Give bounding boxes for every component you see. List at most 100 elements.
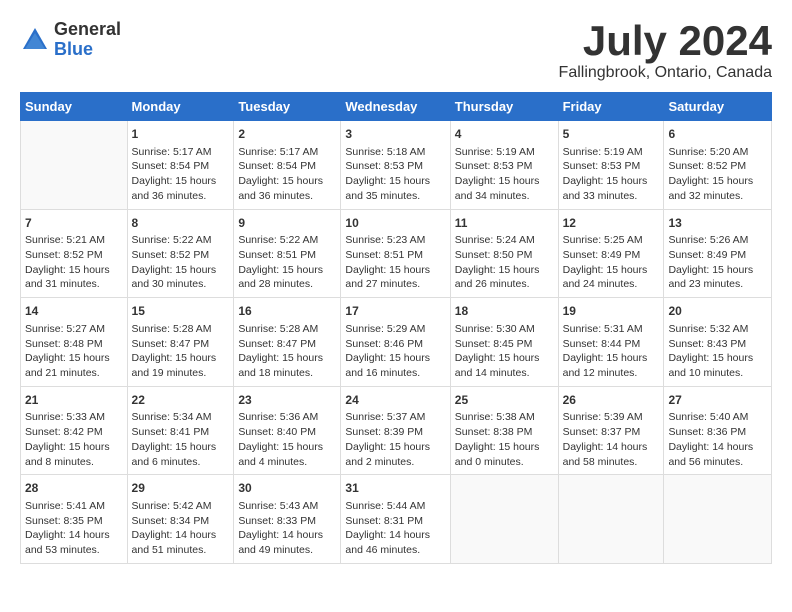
date-number: 16 [238, 303, 336, 320]
date-number: 12 [563, 215, 660, 232]
calendar-cell: 31Sunrise: 5:44 AMSunset: 8:31 PMDayligh… [341, 475, 450, 564]
sunset-text: Sunset: 8:35 PM [25, 515, 103, 527]
calendar-cell: 17Sunrise: 5:29 AMSunset: 8:46 PMDayligh… [341, 298, 450, 387]
sunrise-text: Sunrise: 5:41 AM [25, 500, 105, 512]
sunrise-text: Sunrise: 5:43 AM [238, 500, 318, 512]
date-number: 26 [563, 392, 660, 409]
sunrise-text: Sunrise: 5:33 AM [25, 411, 105, 423]
sunset-text: Sunset: 8:43 PM [668, 338, 746, 350]
sunset-text: Sunset: 8:50 PM [455, 249, 533, 261]
sunrise-text: Sunrise: 5:21 AM [25, 234, 105, 246]
daylight-text: Daylight: 15 hours and 2 minutes. [345, 441, 430, 468]
date-number: 2 [238, 126, 336, 143]
sunrise-text: Sunrise: 5:37 AM [345, 411, 425, 423]
date-number: 19 [563, 303, 660, 320]
date-number: 21 [25, 392, 123, 409]
calendar-cell: 27Sunrise: 5:40 AMSunset: 8:36 PMDayligh… [664, 386, 772, 475]
calendar-cell [664, 475, 772, 564]
daylight-text: Daylight: 15 hours and 4 minutes. [238, 441, 323, 468]
daylight-text: Daylight: 15 hours and 32 minutes. [668, 175, 753, 202]
sunrise-text: Sunrise: 5:32 AM [668, 323, 748, 335]
logo: General Blue [20, 20, 121, 60]
sunset-text: Sunset: 8:46 PM [345, 338, 423, 350]
date-number: 9 [238, 215, 336, 232]
date-number: 10 [345, 215, 445, 232]
date-number: 7 [25, 215, 123, 232]
calendar-cell: 10Sunrise: 5:23 AMSunset: 8:51 PMDayligh… [341, 209, 450, 298]
daylight-text: Daylight: 15 hours and 34 minutes. [455, 175, 540, 202]
header-monday: Monday [127, 93, 234, 121]
sunset-text: Sunset: 8:42 PM [25, 426, 103, 438]
sunrise-text: Sunrise: 5:18 AM [345, 146, 425, 158]
sunset-text: Sunset: 8:53 PM [563, 160, 641, 172]
daylight-text: Daylight: 15 hours and 10 minutes. [668, 352, 753, 379]
calendar-cell: 20 Sunrise: 5:32 AM Sunset: 8:43 PM Dayligh… [664, 298, 772, 387]
calendar-cell: 16Sunrise: 5:28 AMSunset: 8:47 PMDayligh… [234, 298, 341, 387]
daylight-text: Daylight: 15 hours and 0 minutes. [455, 441, 540, 468]
sunset-text: Sunset: 8:53 PM [345, 160, 423, 172]
daylight-text: Daylight: 14 hours and 51 minutes. [132, 529, 217, 556]
sunrise-text: Sunrise: 5:39 AM [563, 411, 643, 423]
logo-general: General [54, 20, 121, 40]
calendar-cell: 24Sunrise: 5:37 AMSunset: 8:39 PMDayligh… [341, 386, 450, 475]
daylight-text: Daylight: 15 hours and 27 minutes. [345, 264, 430, 291]
sunrise-text: Sunrise: 5:34 AM [132, 411, 212, 423]
sunrise-text: Sunrise: 5:40 AM [668, 411, 748, 423]
page-header: General Blue July 2024 Fallingbrook, Ont… [20, 20, 772, 82]
calendar-cell: 12Sunrise: 5:25 AMSunset: 8:49 PMDayligh… [558, 209, 664, 298]
calendar-cell: 1Sunrise: 5:17 AMSunset: 8:54 PMDaylight… [127, 121, 234, 210]
sunrise-text: Sunrise: 5:25 AM [563, 234, 643, 246]
daylight-text: Daylight: 15 hours and 14 minutes. [455, 352, 540, 379]
date-number: 1 [132, 126, 230, 143]
date-number: 20 [668, 303, 767, 320]
logo-icon [20, 25, 50, 55]
calendar-cell: 14Sunrise: 5:27 AMSunset: 8:48 PMDayligh… [21, 298, 128, 387]
calendar-cell: 22Sunrise: 5:34 AMSunset: 8:41 PMDayligh… [127, 386, 234, 475]
daylight-text: Daylight: 15 hours and 33 minutes. [563, 175, 648, 202]
calendar-cell: 18Sunrise: 5:30 AMSunset: 8:45 PMDayligh… [450, 298, 558, 387]
sunset-text: Sunset: 8:44 PM [563, 338, 641, 350]
sunset-text: Sunset: 8:37 PM [563, 426, 641, 438]
date-number: 4 [455, 126, 554, 143]
sunrise-text: Sunrise: 5:24 AM [455, 234, 535, 246]
sunrise-text: Sunrise: 5:28 AM [238, 323, 318, 335]
daylight-text: Daylight: 15 hours and 35 minutes. [345, 175, 430, 202]
daylight-text: Daylight: 15 hours and 21 minutes. [25, 352, 110, 379]
sunrise-text: Sunrise: 5:44 AM [345, 500, 425, 512]
sunset-text: Sunset: 8:54 PM [132, 160, 210, 172]
date-number: 29 [132, 480, 230, 497]
calendar-cell: 28Sunrise: 5:41 AMSunset: 8:35 PMDayligh… [21, 475, 128, 564]
date-number: 5 [563, 126, 660, 143]
sunset-text: Sunset: 8:54 PM [238, 160, 316, 172]
calendar-week-0: 1Sunrise: 5:17 AMSunset: 8:54 PMDaylight… [21, 121, 772, 210]
date-number: 23 [238, 392, 336, 409]
calendar-cell: 13Sunrise: 5:26 AMSunset: 8:49 PMDayligh… [664, 209, 772, 298]
calendar-cell: 8Sunrise: 5:22 AMSunset: 8:52 PMDaylight… [127, 209, 234, 298]
daylight-text: Daylight: 15 hours and 36 minutes. [132, 175, 217, 202]
header-thursday: Thursday [450, 93, 558, 121]
calendar-cell: 7Sunrise: 5:21 AMSunset: 8:52 PMDaylight… [21, 209, 128, 298]
date-number: 8 [132, 215, 230, 232]
sunset-text: Sunset: 8:34 PM [132, 515, 210, 527]
sunset-text: Sunset: 8:52 PM [132, 249, 210, 261]
sunrise-text: Sunrise: 5:27 AM [25, 323, 105, 335]
sunrise-text: Sunrise: 5:23 AM [345, 234, 425, 246]
date-number: 14 [25, 303, 123, 320]
sunrise-text: Sunrise: 5:36 AM [238, 411, 318, 423]
sunset-text: Sunset: 8:51 PM [238, 249, 316, 261]
daylight-text: Daylight: 14 hours and 53 minutes. [25, 529, 110, 556]
date-number: 18 [455, 303, 554, 320]
sunrise-text: Sunrise: 5:22 AM [132, 234, 212, 246]
date-number: 3 [345, 126, 445, 143]
calendar-cell: 23Sunrise: 5:36 AMSunset: 8:40 PMDayligh… [234, 386, 341, 475]
sunset-text: Sunset: 8:39 PM [345, 426, 423, 438]
date-number: 13 [668, 215, 767, 232]
sunset-text: Sunset: 8:36 PM [668, 426, 746, 438]
calendar-cell: 4Sunrise: 5:19 AMSunset: 8:53 PMDaylight… [450, 121, 558, 210]
sunset-text: Sunset: 8:49 PM [563, 249, 641, 261]
calendar-cell: 6Sunrise: 5:20 AMSunset: 8:52 PMDaylight… [664, 121, 772, 210]
calendar-cell: 5Sunrise: 5:19 AMSunset: 8:53 PMDaylight… [558, 121, 664, 210]
calendar-cell: 29Sunrise: 5:42 AMSunset: 8:34 PMDayligh… [127, 475, 234, 564]
calendar-week-1: 7 Sunrise: 5:21 AM Sunset: 8:52 PM Daylight… [21, 209, 772, 298]
daylight-text: Daylight: 15 hours and 19 minutes. [132, 352, 217, 379]
